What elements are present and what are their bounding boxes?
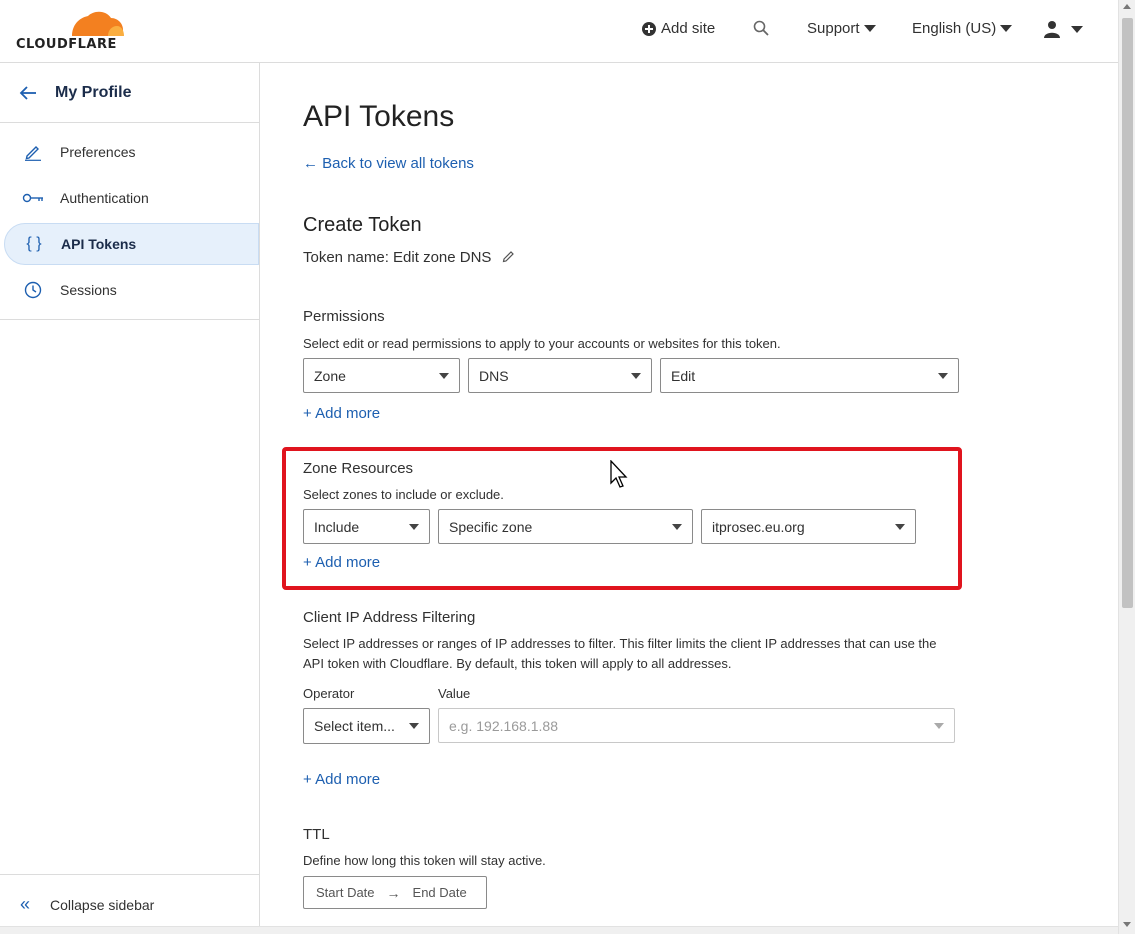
select-value: Zone xyxy=(314,367,346,384)
search-icon xyxy=(753,20,769,36)
create-token-title: Create Token xyxy=(303,214,422,236)
token-name: Token name: Edit zone DNS xyxy=(303,249,516,266)
ttl-title: TTL xyxy=(303,826,330,843)
sidebar-item-label: API Tokens xyxy=(61,236,137,252)
sidebar-item-authentication[interactable]: Authentication xyxy=(4,177,259,219)
plus-circle-icon xyxy=(642,21,656,36)
collapse-sidebar-button[interactable]: « Collapse sidebar xyxy=(0,874,259,934)
chevron-down-icon xyxy=(439,373,449,379)
chevron-down-icon xyxy=(1071,25,1083,33)
select-value: Select item... xyxy=(314,718,395,734)
permission-scope-select[interactable]: Zone xyxy=(303,358,460,393)
sidebar-header: My Profile xyxy=(0,63,259,123)
ip-value-input[interactable]: e.g. 192.168.1.88 xyxy=(438,708,955,743)
pencil-icon xyxy=(22,141,44,163)
permissions-add-more[interactable]: + Add more xyxy=(303,405,380,422)
logo-text: CLOUDFLARE xyxy=(16,37,117,52)
sidebar-item-api-tokens[interactable]: { } API Tokens xyxy=(4,223,259,265)
search-button[interactable] xyxy=(753,20,770,37)
sidebar-item-preferences[interactable]: Preferences xyxy=(4,131,259,173)
arrow-right-icon: → xyxy=(386,884,401,901)
sidebar-title: My Profile xyxy=(55,84,132,101)
sidebar-item-label: Preferences xyxy=(60,144,136,160)
vertical-scrollbar[interactable] xyxy=(1118,0,1135,934)
back-link-label: Back to view all tokens xyxy=(322,155,474,172)
mouse-cursor-icon xyxy=(610,460,628,488)
scroll-up-icon[interactable] xyxy=(1123,4,1131,9)
sidebar-item-label: Authentication xyxy=(60,190,149,206)
top-bar: CLOUDFLARE Add site Support English (US) xyxy=(0,0,1118,63)
chevron-down-icon xyxy=(409,723,419,729)
sidebar: My Profile Preferences Authentication { … xyxy=(0,63,260,934)
chevron-down-icon xyxy=(938,373,948,379)
back-link[interactable]: ← Back to view all tokens xyxy=(303,155,474,172)
ttl-desc: Define how long this token will stay act… xyxy=(303,853,546,868)
language-menu[interactable]: English (US) xyxy=(912,20,1013,37)
permissions-desc: Select edit or read permissions to apply… xyxy=(303,336,781,351)
sidebar-item-sessions[interactable]: Sessions xyxy=(4,269,259,311)
support-menu[interactable]: Support xyxy=(807,20,876,37)
start-date[interactable]: Start Date xyxy=(316,885,375,900)
end-date[interactable]: End Date xyxy=(413,885,467,900)
permissions-title: Permissions xyxy=(303,308,385,325)
horizontal-scrollbar[interactable] xyxy=(0,926,1118,934)
select-value: Edit xyxy=(671,367,696,384)
cloud-logo-icon xyxy=(72,11,124,37)
value-label: Value xyxy=(438,686,471,701)
back-arrow-icon[interactable] xyxy=(19,86,37,100)
user-menu[interactable] xyxy=(1043,20,1083,38)
add-site-label: Add site xyxy=(661,20,716,37)
token-name-text: Token name: Edit zone DNS xyxy=(303,249,492,266)
permission-group-select[interactable]: DNS xyxy=(468,358,652,393)
page-title: API Tokens xyxy=(303,100,455,133)
permission-level-select[interactable]: Edit xyxy=(660,358,959,393)
double-chevron-left-icon: « xyxy=(20,894,31,914)
arrow-left-icon: ← xyxy=(303,155,323,172)
ttl-date-range[interactable]: Start Date → End Date xyxy=(303,876,487,909)
language-label: English (US) xyxy=(912,20,997,37)
chevron-down-icon xyxy=(863,25,876,32)
ip-value-placeholder: e.g. 192.168.1.88 xyxy=(449,717,558,734)
chevron-down-icon xyxy=(631,373,641,379)
user-icon xyxy=(1044,21,1060,38)
edit-pencil-icon[interactable] xyxy=(502,249,516,263)
scroll-thumb[interactable] xyxy=(1122,18,1133,608)
operator-select[interactable]: Select item... xyxy=(303,708,430,744)
clock-icon xyxy=(22,279,44,301)
sidebar-item-label: Sessions xyxy=(60,282,117,298)
ip-filter-desc: Select IP addresses or ranges of IP addr… xyxy=(303,636,937,671)
collapse-sidebar-label: Collapse sidebar xyxy=(50,896,155,913)
scroll-down-icon[interactable] xyxy=(1123,922,1131,927)
key-icon xyxy=(22,187,44,209)
ip-filter-title: Client IP Address Filtering xyxy=(303,609,476,626)
chevron-down-icon xyxy=(934,723,944,729)
operator-label: Operator xyxy=(303,686,355,701)
ip-filter-add-more[interactable]: + Add more xyxy=(303,771,380,788)
support-label: Support xyxy=(807,20,860,37)
select-value: DNS xyxy=(479,367,509,384)
sidebar-divider xyxy=(0,319,259,320)
chevron-down-icon xyxy=(1000,25,1013,32)
add-site-button[interactable]: Add site xyxy=(642,20,715,37)
braces-icon: { } xyxy=(26,235,42,252)
cloudflare-logo[interactable]: CLOUDFLARE xyxy=(16,10,126,52)
